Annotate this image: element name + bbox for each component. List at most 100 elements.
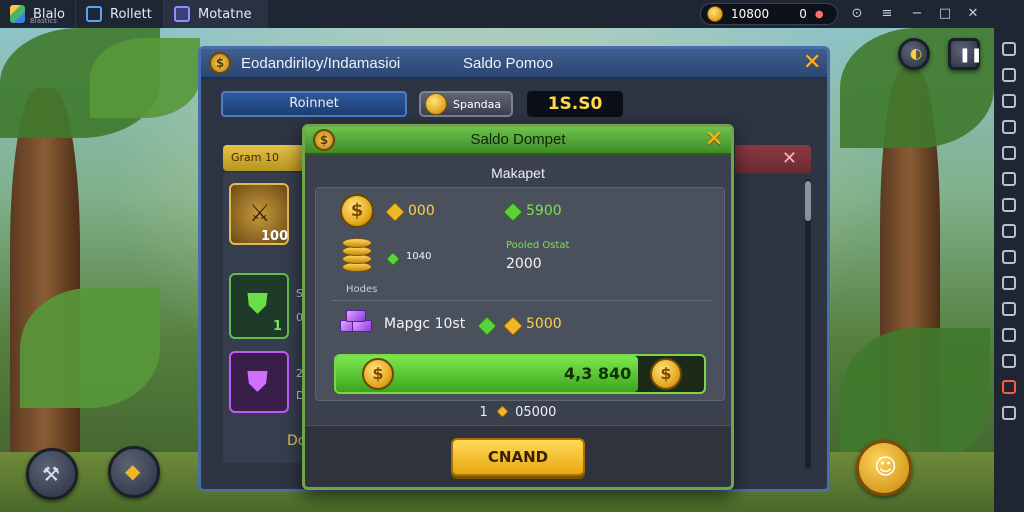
footer-count: 1	[479, 405, 488, 420]
folder-icon[interactable]	[1002, 198, 1016, 212]
location-icon[interactable]	[1002, 250, 1016, 264]
coin-icon: $	[340, 194, 374, 228]
gold-value: 000	[408, 203, 435, 219]
close-tab-button[interactable]: ✕	[735, 145, 811, 173]
panel-title-secondary: Saldo Pomoo	[463, 55, 554, 72]
gem-shield-icon: ⛊	[247, 365, 269, 398]
confirm-button[interactable]: CNAND	[451, 438, 585, 476]
row3-label: Mapgc 10st	[384, 316, 466, 332]
settings-icon[interactable]: ⊙	[848, 5, 866, 23]
foliage	[90, 38, 200, 118]
close-icon[interactable]: ✕	[803, 52, 821, 74]
close-icon: ✕	[781, 148, 797, 169]
game-icon	[174, 6, 190, 22]
emulator-title-bar: Blalo Blastics Rollett Motatne 10800 0 ●…	[0, 0, 1024, 28]
purple-item-tile[interactable]: ⛊	[229, 351, 289, 413]
coin-balance: 10800	[731, 7, 770, 21]
coin-balance-pill[interactable]: 10800 0 ●	[700, 3, 838, 25]
emulator-sidebar	[994, 28, 1024, 512]
green-gem-icon	[503, 202, 523, 222]
coin-icon	[707, 6, 723, 22]
keyboard-icon[interactable]	[1002, 68, 1016, 82]
volume-icon[interactable]	[1002, 94, 1016, 108]
pause-button[interactable]: ❚❚	[948, 38, 983, 70]
scrollbar[interactable]	[805, 179, 811, 469]
dialog-header: $ Saldo Dompet ✕	[305, 127, 731, 155]
settings-icon[interactable]	[1002, 380, 1016, 394]
scrollbar-thumb[interactable]	[805, 181, 811, 221]
coin-icon	[425, 93, 447, 115]
panel-title: Eodandiriloy/Indamasioi	[241, 55, 401, 72]
shake-icon[interactable]	[1002, 276, 1016, 290]
purple-bricks-icon	[340, 308, 374, 334]
pending-label: Pooled Ostat	[506, 240, 570, 251]
back-icon[interactable]	[1002, 406, 1016, 420]
dialog-subtitle: Makapet	[491, 165, 545, 181]
tab-motatne[interactable]: Motatne	[164, 0, 268, 28]
footer-value: 05000	[515, 405, 557, 420]
green-gem-icon	[385, 251, 401, 267]
tab-gram[interactable]: Gram 10	[223, 145, 313, 171]
rotate-icon[interactable]	[1002, 302, 1016, 316]
wallet-balance-dialog: $ Saldo Dompet ✕ Makapet $ 000 5900 1040…	[302, 124, 734, 490]
expand-icon[interactable]	[1002, 42, 1016, 56]
gold-gem-icon	[385, 202, 405, 222]
app-logo-icon	[10, 5, 25, 23]
gold-gem-icon	[496, 405, 509, 418]
divider	[332, 300, 712, 301]
menu-icon[interactable]: ≡	[878, 5, 896, 23]
record-icon[interactable]	[1002, 172, 1016, 186]
multi-instance-icon[interactable]	[1002, 224, 1016, 238]
maximize-icon[interactable]: □	[936, 5, 954, 23]
sound-icon: ◐	[910, 46, 923, 62]
dialog-actions: CNAND	[305, 425, 731, 487]
coin-icon: $	[362, 358, 394, 390]
coin-tab-button[interactable]: Spandaa	[419, 91, 513, 117]
close-icon[interactable]: ✕	[705, 129, 723, 151]
coin-stack-icon	[342, 238, 372, 274]
app-icon	[86, 6, 102, 22]
record-icon[interactable]: ●	[815, 9, 824, 20]
gold-item-count: 100	[261, 229, 289, 244]
green-item-tile[interactable]: ⛊ 1	[229, 273, 289, 339]
green-gem-icon	[477, 316, 497, 336]
bag-button[interactable]: ◆	[108, 446, 160, 498]
camera-icon[interactable]	[1002, 146, 1016, 160]
character-icon: ☺	[874, 455, 897, 480]
green-item-count: 1	[273, 319, 283, 334]
row3-gold-value: 5000	[526, 316, 562, 332]
foliage	[20, 288, 160, 408]
pending-value: 2000	[506, 256, 542, 272]
more-icon[interactable]	[1002, 354, 1016, 368]
screen-icon[interactable]	[1002, 120, 1016, 134]
green-value: 5900	[526, 203, 562, 219]
foliage	[840, 328, 990, 468]
row2-label: 1040	[406, 251, 432, 262]
eco-icon[interactable]	[1002, 328, 1016, 342]
tab-label: Motatne	[198, 6, 252, 22]
section-label: Hodes	[346, 284, 378, 295]
shield-icon: ⛊	[247, 287, 269, 320]
anvil-button[interactable]: ⚒	[26, 448, 78, 500]
tab-roinnet[interactable]: Roinnet	[221, 91, 407, 117]
gold-item-tile[interactable]: ⚔ 100	[229, 183, 289, 245]
minimize-icon[interactable]: −	[908, 5, 926, 23]
app-subtitle: Blastics	[30, 17, 57, 25]
coin-emblem-icon: $	[209, 52, 231, 74]
tab-label: Rollett	[110, 6, 152, 22]
anvil-icon: ⚒	[42, 462, 60, 486]
app-home-tab[interactable]: Blalo Blastics	[0, 0, 76, 28]
bag-icon: ◆	[125, 459, 141, 483]
dialog-body: $ 000 5900 1040 Pooled Ostat 2000 Hodes …	[315, 187, 725, 401]
close-icon[interactable]: ✕	[964, 5, 982, 23]
balance-progress-bar: $ 4,3 840 $	[334, 354, 706, 394]
coin-secondary: 0	[799, 7, 807, 21]
pause-icon: ❚❚	[959, 47, 983, 63]
tree-trunk	[10, 88, 80, 488]
character-button[interactable]: ☺	[856, 440, 912, 496]
panel-header: $ Eodandiriloy/Indamasioi Saldo Pomoo ✕	[201, 49, 827, 79]
sound-button[interactable]: ◐	[898, 38, 930, 70]
progress-value: 4,3 840	[564, 364, 632, 383]
tab-rollett[interactable]: Rollett	[76, 0, 164, 28]
gold-gem-icon	[503, 316, 523, 336]
